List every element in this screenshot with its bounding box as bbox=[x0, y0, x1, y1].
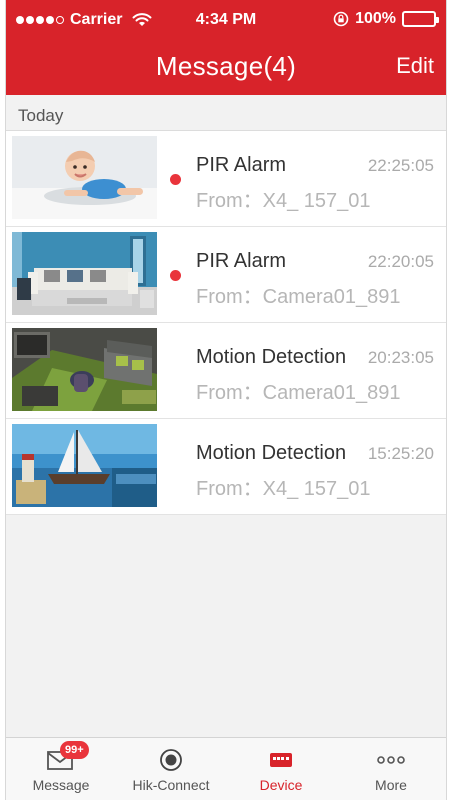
unread-count-badge: 99+ bbox=[60, 741, 89, 759]
message-time: 22:20:05 bbox=[367, 252, 434, 271]
header: Carrier 4:34 PM 100% Message(4) Edit bbox=[6, 0, 446, 95]
status-bar: Carrier 4:34 PM 100% bbox=[6, 0, 446, 40]
status-right: 100% bbox=[333, 10, 439, 28]
message-row[interactable]: Motion Detection 15:25:20 From：X4_ 157_0… bbox=[6, 419, 446, 515]
message-source: From：Camera01_891 bbox=[196, 382, 401, 404]
page-title: Message(4) bbox=[155, 51, 297, 81]
phone-screen: Carrier 4:34 PM 100% Message(4) Edit Tod… bbox=[5, 0, 447, 800]
tab-message[interactable]: 99+ Message bbox=[6, 738, 116, 800]
room-overhead-icon bbox=[12, 328, 157, 411]
tab-bar: 99+ Message Hik-Connect Device More bbox=[6, 737, 446, 800]
tab-hik-connect[interactable]: Hik-Connect bbox=[116, 738, 226, 800]
unread-dot bbox=[170, 174, 181, 185]
living-room-icon bbox=[12, 232, 157, 315]
message-source: From：Camera01_891 bbox=[196, 286, 401, 308]
more-dots-icon bbox=[377, 756, 405, 764]
edit-button[interactable]: Edit bbox=[396, 53, 434, 79]
tab-label: More bbox=[375, 777, 407, 793]
device-icon bbox=[270, 753, 292, 767]
message-time: 15:25:20 bbox=[367, 444, 434, 463]
message-time: 22:25:05 bbox=[367, 156, 434, 175]
tab-label: Hik-Connect bbox=[132, 777, 210, 793]
rotation-lock-icon bbox=[333, 11, 349, 27]
message-row[interactable]: PIR Alarm 22:20:05 From：Camera01_891 bbox=[6, 227, 446, 323]
baby-icon bbox=[12, 136, 157, 219]
message-title: Motion Detection bbox=[196, 346, 347, 368]
unread-dot bbox=[170, 270, 181, 281]
message-row[interactable]: Motion Detection 20:23:05 From：Camera01_… bbox=[6, 323, 446, 419]
tab-more[interactable]: More bbox=[336, 738, 446, 800]
tab-label: Message bbox=[32, 777, 90, 793]
nav-bar: Message(4) Edit bbox=[6, 40, 446, 95]
message-title: PIR Alarm bbox=[196, 154, 287, 176]
message-title: PIR Alarm bbox=[196, 250, 287, 272]
message-list: PIR Alarm 22:25:05 From：X4_ 157_01 PIR A… bbox=[6, 131, 446, 515]
tab-label: Device bbox=[259, 777, 303, 793]
message-time: 20:23:05 bbox=[367, 348, 434, 367]
tab-device[interactable]: Device bbox=[226, 738, 336, 800]
message-source: From：X4_ 157_01 bbox=[196, 190, 371, 212]
message-title: Motion Detection bbox=[196, 442, 347, 464]
message-source: From：X4_ 157_01 bbox=[196, 478, 371, 500]
battery-percent: 100% bbox=[355, 10, 396, 27]
record-icon bbox=[160, 749, 182, 771]
section-header-today: Today bbox=[6, 95, 446, 131]
sailboat-icon bbox=[12, 424, 157, 507]
message-row[interactable]: PIR Alarm 22:25:05 From：X4_ 157_01 bbox=[6, 131, 446, 227]
battery-icon bbox=[402, 11, 439, 27]
